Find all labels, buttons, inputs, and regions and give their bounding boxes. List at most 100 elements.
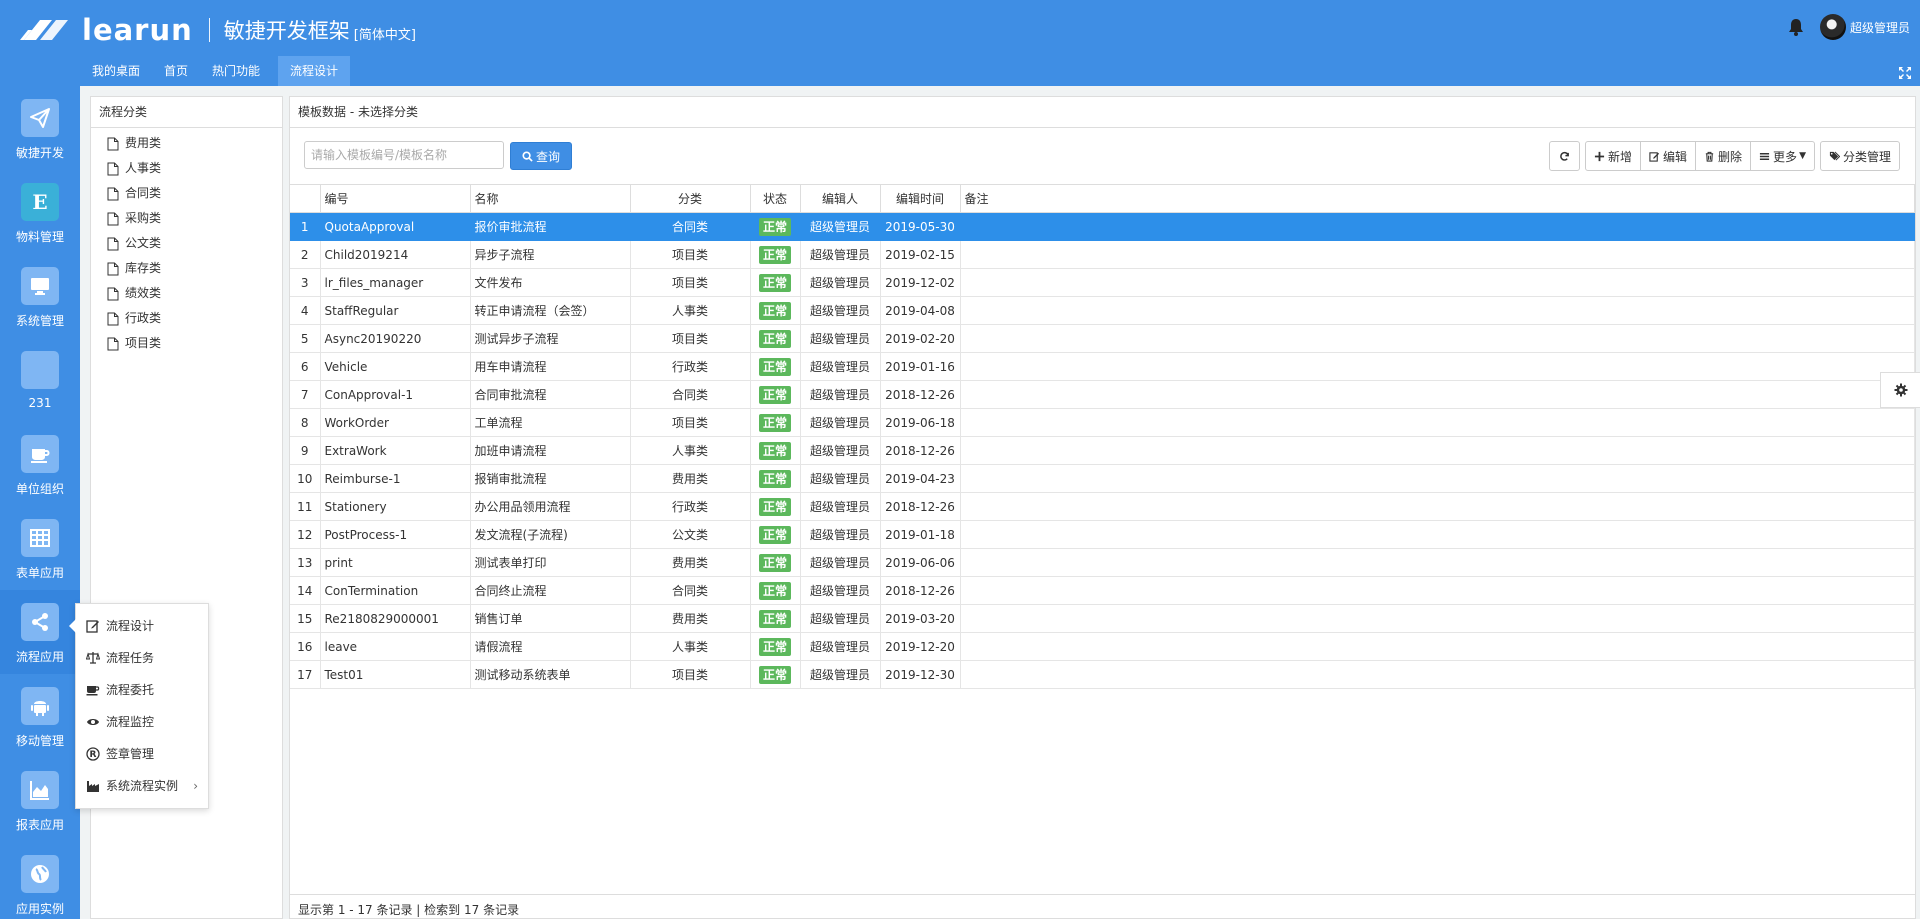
tab-my-desktop[interactable]: 我的桌面	[80, 56, 152, 86]
cell-category: 合同类	[630, 212, 751, 241]
status-badge: 正常	[758, 301, 791, 320]
cell-code: print	[320, 548, 471, 577]
flyout-item-seal-manage[interactable]: R 签章管理	[76, 738, 208, 770]
flyout-item-label: 系统流程实例	[106, 779, 179, 793]
table-row[interactable]: 16 leave 请假流程 人事类 正常 超级管理员 2019-12-20	[290, 632, 1915, 661]
language-switch[interactable]: [简体中文]	[354, 24, 416, 43]
add-button[interactable]: 新增	[1585, 141, 1642, 171]
category-manage-button[interactable]: 分类管理	[1819, 141, 1900, 171]
cell-time: 2019-12-02	[880, 268, 961, 297]
refresh-icon	[1560, 151, 1569, 161]
column-header-status[interactable]: 状态	[750, 184, 801, 213]
more-button[interactable]: 更多 ▼	[1750, 141, 1815, 171]
cell-code: PostProcess-1	[320, 520, 471, 549]
table-row[interactable]: 2 Child2019214 异步子流程 项目类 正常 超级管理员 2019-02-15	[290, 240, 1915, 269]
table-row[interactable]: 3 lr_files_manager 文件发布 项目类 正常 超级管理员 2019-12-0…	[290, 268, 1915, 297]
search-input[interactable]	[304, 141, 504, 169]
cell-status: 正常	[750, 240, 801, 269]
flyout-item-flow-design[interactable]: 流程设计	[76, 610, 208, 642]
table-row[interactable]: 15 Re2180829000001 销售订单 费用类 正常 超级管理员 2019-03-2…	[290, 604, 1915, 633]
table-row[interactable]: 4 StaffRegular 转正申请流程（会签） 人事类 正常 超级管理员 2019-04…	[290, 296, 1915, 325]
cell-category: 公文类	[630, 520, 751, 549]
sidebar-item-material[interactable]: E 物料管理	[0, 170, 80, 254]
column-header-category[interactable]: 分类	[630, 184, 751, 213]
cell-name: 合同终止流程	[470, 576, 631, 605]
tree-item-label: 库存类	[125, 261, 162, 275]
cell-editor: 超级管理员	[800, 492, 881, 521]
cell-remark	[960, 576, 1915, 605]
sidebar-item-mobile[interactable]: 移动管理	[0, 674, 80, 758]
refresh-button[interactable]	[1549, 141, 1580, 171]
table-row[interactable]: 11 Stationery 办公用品领用流程 行政类 正常 超级管理员 2018-12-26	[290, 492, 1915, 521]
cell-time: 2019-03-20	[880, 604, 961, 633]
table-row[interactable]: 13 print 测试表单打印 费用类 正常 超级管理员 2019-06-06	[290, 548, 1915, 577]
cell-index: 16	[290, 632, 321, 661]
table-row[interactable]: 12 PostProcess-1 发文流程(子流程) 公文类 正常 超级管理员 2019-0…	[290, 520, 1915, 549]
cell-time: 2018-12-26	[880, 436, 961, 465]
sidebar-item-231[interactable]: 231	[0, 338, 80, 422]
cell-name: 工单流程	[470, 408, 631, 437]
cell-category: 合同类	[630, 576, 751, 605]
avatar[interactable]	[1819, 14, 1846, 40]
tab-flow-design[interactable]: 流程设计	[278, 56, 351, 86]
table-row[interactable]: 14 ConTermination 合同终止流程 合同类 正常 超级管理员 2018-12-…	[290, 576, 1915, 605]
sidebar-item-form-app[interactable]: 表单应用	[0, 506, 80, 590]
tree-item[interactable]: 库存类	[91, 256, 282, 281]
table-row[interactable]: 9 ExtraWork 加班申请流程 人事类 正常 超级管理员 2018-12-26	[290, 436, 1915, 465]
cell-name: 测试表单打印	[470, 548, 631, 577]
sidebar-item-flow-app[interactable]: 流程应用	[0, 590, 80, 674]
cell-category: 项目类	[630, 660, 751, 689]
cell-name: 测试移动系统表单	[470, 660, 631, 689]
query-button[interactable]: 查询	[510, 142, 572, 170]
tab-home[interactable]: 首页	[152, 56, 200, 86]
cell-remark	[960, 380, 1915, 409]
tree-item[interactable]: 公文类	[91, 231, 282, 256]
flyout-item-flow-monitor[interactable]: 流程监控	[76, 706, 208, 738]
sidebar-item-agile-dev[interactable]: 敏捷开发	[0, 86, 80, 170]
column-header-remark[interactable]: 备注	[960, 184, 1915, 213]
cell-index: 14	[290, 576, 321, 605]
username[interactable]: 超级管理员	[1850, 19, 1910, 36]
tree-item[interactable]: 费用类	[91, 131, 282, 156]
table-row[interactable]: 6 Vehicle 用车申请流程 行政类 正常 超级管理员 2019-01-16	[290, 352, 1915, 381]
flyout-item-system-flow-examples[interactable]: 系统流程实例 ›	[76, 770, 208, 802]
settings-button[interactable]	[1880, 372, 1920, 408]
cell-code: StaffRegular	[320, 296, 471, 325]
edit-icon	[1649, 151, 1660, 162]
column-header-editor[interactable]: 编辑人	[800, 184, 881, 213]
sidebar-item-report[interactable]: 报表应用	[0, 758, 80, 842]
tree-item[interactable]: 项目类	[91, 331, 282, 356]
cell-index: 1	[290, 212, 321, 241]
sidebar-item-examples[interactable]: 应用实例	[0, 842, 80, 919]
sidebar-item-system[interactable]: 系统管理	[0, 254, 80, 338]
column-header-code[interactable]: 编号	[320, 184, 471, 213]
table-row[interactable]: 1 QuotaApproval 报价审批流程 合同类 正常 超级管理员 2019-05-30	[290, 212, 1915, 241]
sidebar-item-organization[interactable]: 单位组织	[0, 422, 80, 506]
delete-button[interactable]: 删除	[1695, 141, 1752, 171]
query-label: 查询	[535, 149, 560, 164]
bell-icon[interactable]	[1786, 17, 1806, 37]
flyout-item-flow-delegate[interactable]: 流程委托	[76, 674, 208, 706]
fullscreen-icon[interactable]	[1898, 66, 1912, 80]
table-row[interactable]: 10 Reimburse-1 报销审批流程 费用类 正常 超级管理员 2019-04-23	[290, 464, 1915, 493]
column-header-name[interactable]: 名称	[470, 184, 631, 213]
tree-item[interactable]: 采购类	[91, 206, 282, 231]
cell-code: ConTermination	[320, 576, 471, 605]
cell-time: 2019-12-30	[880, 660, 961, 689]
edit-button[interactable]: 编辑	[1640, 141, 1697, 171]
tab-hot-functions[interactable]: 热门功能	[200, 56, 272, 86]
table-row[interactable]: 17 Test01 测试移动系统表单 项目类 正常 超级管理员 2019-12-30	[290, 660, 1915, 689]
cell-index: 9	[290, 436, 321, 465]
tree-item[interactable]: 绩效类	[91, 281, 282, 306]
column-header-time[interactable]: 编辑时间	[880, 184, 961, 213]
table-row[interactable]: 5 Async20190220 测试异步子流程 项目类 正常 超级管理员 2019-02-2…	[290, 324, 1915, 353]
logo[interactable]: learun 敏捷开发框架 [简体中文]	[18, 13, 416, 47]
tree-item[interactable]: 人事类	[91, 156, 282, 181]
table-row[interactable]: 7 ConApproval-1 合同审批流程 合同类 正常 超级管理员 2018-12-26	[290, 380, 1915, 409]
flyout-item-label: 流程委托	[106, 683, 155, 697]
tree-item[interactable]: 行政类	[91, 306, 282, 331]
cell-code: Async20190220	[320, 324, 471, 353]
tree-item[interactable]: 合同类	[91, 181, 282, 206]
table-row[interactable]: 8 WorkOrder 工单流程 项目类 正常 超级管理员 2019-06-18	[290, 408, 1915, 437]
flyout-item-flow-task[interactable]: 流程任务	[76, 642, 208, 674]
